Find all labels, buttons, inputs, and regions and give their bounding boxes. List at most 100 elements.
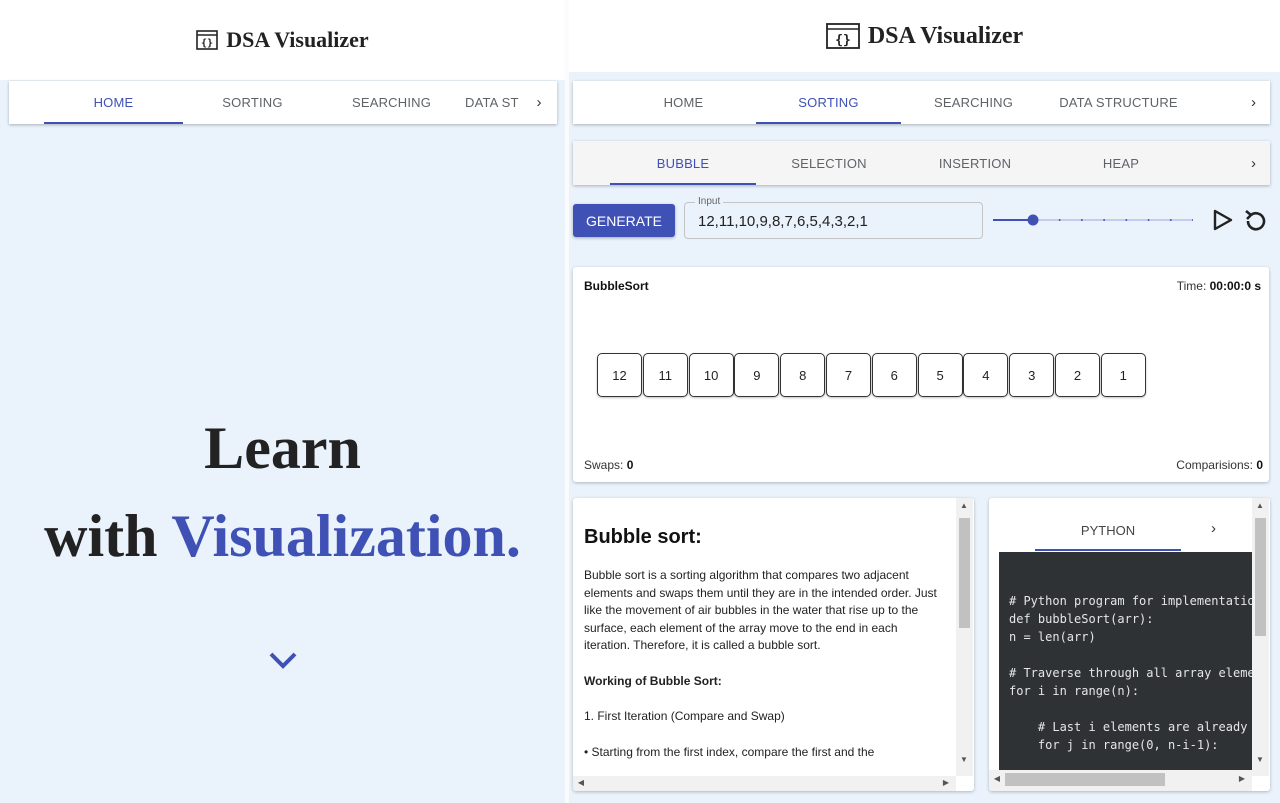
code-tabs-scroll-right-button[interactable]: ›: [1211, 520, 1216, 537]
tab-label: HOME: [93, 95, 134, 110]
chevron-right-icon: ›: [1251, 154, 1256, 172]
nav-scroll-right-button[interactable]: ›: [521, 81, 557, 124]
description-intro: Bubble sort is a sorting algorithm that …: [584, 568, 937, 652]
app-brand[interactable]: {} DSA Visualizer: [196, 27, 369, 53]
comparisons-value: 0: [1256, 458, 1263, 472]
swaps-counter: Swaps: 0: [584, 458, 633, 472]
right-pane: {} DSA Visualizer HOME SORTING SEARCHING…: [569, 0, 1280, 803]
step-1: 1. First Iteration (Compare and Swap): [584, 709, 785, 723]
tab-data-structure[interactable]: DATA ST: [461, 81, 521, 124]
working-heading: Working of Bubble Sort:: [584, 673, 722, 688]
tab-home[interactable]: HOME: [44, 81, 183, 124]
code-card: PYTHON › # Python program for implementa…: [989, 498, 1270, 791]
code-window-icon: {}: [196, 30, 219, 50]
array-element: 9: [734, 353, 780, 397]
speed-slider[interactable]: [993, 210, 1193, 230]
comparisons-counter: Comparisions: 0: [1176, 458, 1263, 472]
code-line: for j in range(0, n-i-1):: [1009, 738, 1219, 752]
tab-label: SELECTION: [791, 155, 867, 171]
tab-sorting[interactable]: SORTING: [183, 81, 322, 124]
slider-thumb[interactable]: [1027, 214, 1039, 226]
tab-python[interactable]: PYTHON: [1035, 514, 1181, 551]
chevron-right-icon: ›: [1251, 94, 1256, 111]
array-input-value[interactable]: 12,11,10,9,8,7,6,5,4,3,2,1: [698, 213, 868, 230]
scroll-left-icon[interactable]: ◀: [575, 778, 587, 787]
nav-scroll-right-button[interactable]: ›: [1191, 81, 1270, 124]
array-element: 5: [917, 353, 963, 397]
subnav-scroll-right-button[interactable]: ›: [1194, 141, 1270, 185]
tab-sorting[interactable]: SORTING: [756, 81, 901, 124]
hero-accent-word: Visualization.: [171, 503, 521, 569]
array-input-field[interactable]: Input 12,11,10,9,8,7,6,5,4,3,2,1: [684, 196, 983, 239]
tab-home[interactable]: HOME: [611, 81, 756, 124]
array-element: 12: [597, 353, 642, 397]
hero-line-2-prefix: with: [44, 503, 172, 569]
slider-tick: [1103, 219, 1106, 221]
swaps-label: Swaps:: [584, 458, 627, 472]
tab-label: DATA ST: [465, 95, 519, 110]
code-line: # Python program for implementation of B…: [1009, 594, 1252, 608]
code-horizontal-scrollbar[interactable]: ◀ ▶: [989, 770, 1252, 791]
scroll-left-icon[interactable]: ◀: [991, 774, 1003, 783]
app-title: DSA Visualizer: [867, 22, 1024, 49]
slider-tick: [1169, 219, 1172, 221]
chevron-right-icon: ›: [536, 94, 542, 111]
hero-line-1: Learn: [204, 415, 361, 481]
scroll-thumb[interactable]: [959, 518, 970, 628]
array-element: 2: [1055, 353, 1100, 397]
reset-icon[interactable]: [1243, 207, 1269, 233]
tab-searching[interactable]: SEARCHING: [322, 81, 461, 124]
tab-selection[interactable]: SELECTION: [756, 141, 902, 185]
array-bars: 12 11 10 9 8 7 6 5 4 3 2 1: [597, 353, 1197, 399]
timer-label: Time:: [1176, 279, 1210, 293]
left-pane: {} DSA Visualizer HOME SORTING SEARCHING…: [0, 0, 565, 803]
left-header: {} DSA Visualizer: [0, 0, 565, 80]
scroll-thumb[interactable]: [1255, 518, 1266, 636]
tab-label: INSERTION: [938, 155, 1012, 171]
right-header: {} DSA Visualizer: [569, 0, 1280, 72]
swaps-value: 0: [626, 458, 634, 472]
svg-text:{}: {}: [201, 38, 213, 49]
scroll-up-icon[interactable]: ▲: [958, 501, 970, 510]
scroll-right-icon[interactable]: ▶: [940, 778, 952, 787]
scroll-up-icon[interactable]: ▲: [1254, 501, 1266, 510]
slider-tick: [1125, 219, 1128, 221]
tab-label: SEARCHING: [933, 95, 1014, 110]
svg-text:{}: {}: [835, 33, 851, 48]
code-vertical-scrollbar[interactable]: ▲ ▼: [1252, 498, 1269, 776]
scroll-thumb[interactable]: [1005, 773, 1165, 786]
slider-tick: [1080, 219, 1083, 221]
scroll-right-icon[interactable]: ▶: [1236, 774, 1248, 783]
input-label: Input: [695, 196, 724, 207]
step-1-detail: • Starting from the first index, compare…: [584, 744, 875, 759]
chevron-down-icon[interactable]: [268, 650, 298, 670]
app-brand[interactable]: {} DSA Visualizer: [825, 22, 1024, 50]
app-title: DSA Visualizer: [226, 27, 369, 52]
tab-data-structure[interactable]: DATA STRUCTURE: [1046, 81, 1191, 124]
code-window-icon: {}: [825, 23, 860, 49]
code-line: # Traverse through all array elements: [1009, 666, 1252, 680]
tab-label: DATA STRUCTURE: [1059, 95, 1178, 110]
tab-heap[interactable]: HEAP: [1048, 141, 1194, 185]
tab-searching[interactable]: SEARCHING: [901, 81, 1046, 124]
slider-tick: [1058, 219, 1061, 221]
description-vertical-scrollbar[interactable]: ▲ ▼: [956, 498, 973, 776]
code-line: # Last i elements are already in place: [1037, 720, 1248, 734]
tab-label: SEARCHING: [351, 95, 432, 110]
generate-button[interactable]: GENERATE: [573, 204, 675, 237]
slider-tick: [1147, 219, 1150, 221]
sorting-algorithm-nav: BUBBLE SELECTION INSERTION HEAP ›: [573, 141, 1270, 185]
array-element: 8: [780, 353, 826, 397]
play-icon[interactable]: [1212, 208, 1234, 232]
tab-insertion[interactable]: INSERTION: [902, 141, 1048, 185]
scroll-down-icon[interactable]: ▼: [958, 755, 970, 764]
timer-value: 00:00:0 s: [1209, 279, 1261, 293]
tab-bubble[interactable]: BUBBLE: [610, 141, 756, 185]
scroll-down-icon[interactable]: ▼: [1254, 755, 1266, 764]
tab-label: SORTING: [798, 95, 859, 110]
description-card: Bubble sort: Bubble sort is a sorting al…: [573, 498, 974, 791]
slider-tick: [1192, 219, 1193, 221]
description-horizontal-scrollbar[interactable]: ◀ ▶: [573, 776, 956, 791]
